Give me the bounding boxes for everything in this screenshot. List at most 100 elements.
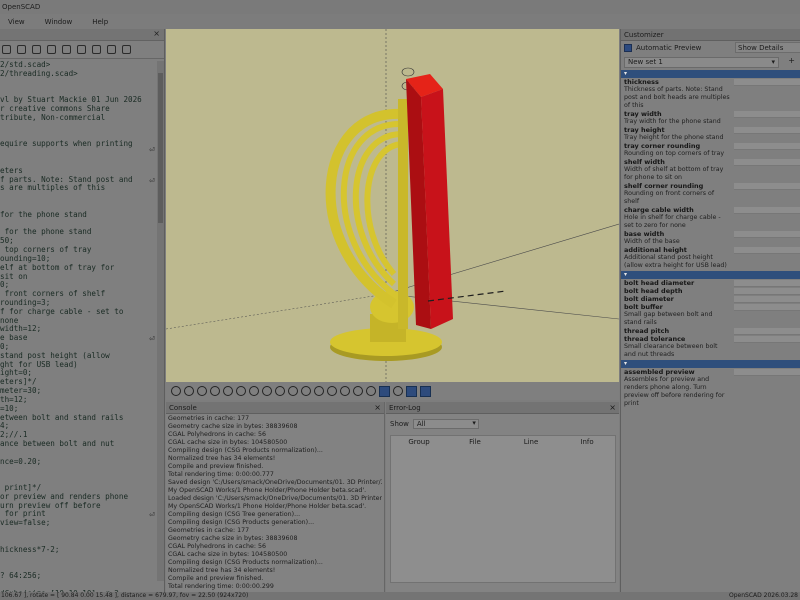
menu-help[interactable]: Help bbox=[92, 18, 108, 26]
customizer-header: Customizer bbox=[621, 29, 800, 41]
column-info[interactable]: Info bbox=[559, 436, 615, 448]
param-name: tray height bbox=[621, 126, 800, 134]
param-input[interactable] bbox=[734, 231, 800, 238]
code-line: e base bbox=[0, 333, 28, 343]
view-right-icon[interactable] bbox=[249, 386, 259, 396]
close-icon[interactable]: × bbox=[374, 402, 381, 414]
show-details-select[interactable]: Show Details bbox=[735, 42, 800, 53]
preview-icon[interactable] bbox=[62, 45, 71, 54]
param-input[interactable] bbox=[734, 183, 800, 190]
console-line: My OpenSCAD Works/1 Phone Holder/Phone H… bbox=[168, 487, 367, 494]
render-icon[interactable] bbox=[184, 386, 194, 396]
param-input[interactable] bbox=[734, 288, 800, 295]
console-line: CGAL cache size in bytes: 104580500 bbox=[168, 551, 288, 558]
param-input[interactable] bbox=[734, 369, 800, 376]
menu-window[interactable]: Window bbox=[45, 18, 73, 26]
send-to-print-icon[interactable] bbox=[122, 45, 131, 54]
menu-view[interactable]: View bbox=[8, 18, 25, 26]
view-top-icon[interactable] bbox=[262, 386, 272, 396]
code-line: ance between bolt and nut bbox=[0, 438, 115, 448]
code-editor[interactable]: 2/std.scad> 2/threading.scad> vl by Stuart… bbox=[0, 61, 158, 592]
view-bottom-icon[interactable] bbox=[275, 386, 285, 396]
close-icon[interactable]: × bbox=[153, 29, 160, 38]
show-scale-icon[interactable] bbox=[393, 386, 403, 396]
view-center-icon[interactable] bbox=[340, 386, 350, 396]
section-header[interactable]: ▾ bbox=[621, 271, 800, 279]
param-description: Additional stand post height (allow extr… bbox=[624, 254, 727, 269]
wrap-icon: ⏎ bbox=[149, 335, 155, 343]
show-crosshairs-icon[interactable] bbox=[420, 385, 431, 397]
editor-scroll-thumb[interactable] bbox=[158, 73, 163, 223]
column-line[interactable]: Line bbox=[503, 436, 559, 448]
param-input[interactable] bbox=[734, 79, 800, 86]
console-output[interactable]: Geometries in cache: 177 Geometry cache s… bbox=[166, 414, 384, 592]
model-render bbox=[166, 29, 619, 382]
column-file[interactable]: File bbox=[447, 436, 503, 448]
export-3mf-icon[interactable] bbox=[107, 45, 116, 54]
error-log-title: Error-Log bbox=[389, 404, 421, 412]
view-back-icon[interactable] bbox=[314, 386, 324, 396]
view-diagonal-icon[interactable] bbox=[327, 386, 337, 396]
console-panel: Console × Geometries in cache: 177 Geometr… bbox=[166, 402, 385, 592]
console-line: CGAL cache size in bytes: 104580500 bbox=[168, 439, 288, 446]
indent-icon[interactable] bbox=[47, 45, 56, 54]
view-all-icon[interactable] bbox=[197, 386, 207, 396]
undo-icon[interactable] bbox=[17, 45, 26, 54]
param-input[interactable] bbox=[734, 336, 800, 343]
param-input[interactable] bbox=[734, 207, 800, 214]
param-input[interactable] bbox=[734, 304, 800, 311]
preview-icon[interactable] bbox=[171, 386, 181, 396]
zoom-in-icon[interactable] bbox=[210, 386, 220, 396]
auto-preview-checkbox[interactable] bbox=[624, 44, 632, 52]
section-header[interactable]: ▾ bbox=[621, 360, 800, 368]
preset-select[interactable]: New set 1 bbox=[624, 56, 779, 68]
console-line: Compiling design (CSG Tree generation)..… bbox=[168, 511, 301, 518]
view-left-icon[interactable] bbox=[288, 386, 298, 396]
error-table-header: Group File Line Info bbox=[391, 436, 615, 448]
param-input[interactable] bbox=[734, 111, 800, 118]
column-group[interactable]: Group bbox=[391, 436, 447, 448]
perspective-icon[interactable] bbox=[353, 386, 363, 396]
close-icon[interactable]: × bbox=[609, 402, 616, 414]
param-label: assembled preview bbox=[624, 368, 695, 376]
redo-icon[interactable] bbox=[32, 45, 41, 54]
auto-preview-row: Automatic Preview Show Details bbox=[621, 41, 800, 55]
param-input[interactable] bbox=[734, 159, 800, 166]
menu-icon[interactable] bbox=[2, 45, 11, 54]
orthogonal-icon[interactable] bbox=[366, 386, 376, 396]
render-icon[interactable] bbox=[77, 45, 86, 54]
show-axes-icon[interactable] bbox=[379, 385, 390, 397]
show-filter-select[interactable]: All bbox=[412, 419, 479, 429]
console-line: Geometries in cache: 177 bbox=[168, 415, 250, 422]
code-line: nce=0.20; bbox=[0, 456, 42, 466]
param-label: tray corner rounding bbox=[624, 142, 701, 150]
error-table[interactable]: Group File Line Info bbox=[390, 435, 616, 583]
param-input[interactable] bbox=[734, 127, 800, 134]
console-line: Total rendering time: 0:00:00.777 bbox=[168, 471, 274, 478]
zoom-out-icon[interactable] bbox=[223, 386, 233, 396]
section-header[interactable]: ▾ bbox=[621, 70, 800, 78]
param-label: shelf width bbox=[624, 158, 665, 166]
3d-viewport[interactable] bbox=[166, 29, 619, 382]
editor-panel: × 2/std.scad> 2/threading.scad> vl by Stua… bbox=[0, 29, 165, 592]
param-input[interactable] bbox=[734, 280, 800, 287]
reset-view-icon[interactable] bbox=[236, 386, 246, 396]
param-description: Small clearance between bolt and nut thr… bbox=[624, 343, 718, 358]
view-front-icon[interactable] bbox=[301, 386, 311, 396]
error-filter-row: Show All bbox=[386, 414, 619, 434]
console-line: Compiling design (CSG Products normaliza… bbox=[168, 559, 323, 566]
status-bar: 106.67 ], rotate = [ 90.84 0.00 15.48 ],… bbox=[0, 592, 800, 600]
show-edges-icon[interactable] bbox=[406, 385, 417, 397]
add-preset-button[interactable]: + bbox=[788, 56, 795, 65]
param-input[interactable] bbox=[734, 143, 800, 150]
wrap-icon: ⏎ bbox=[149, 511, 155, 519]
param-input[interactable] bbox=[734, 328, 800, 335]
export-stl-icon[interactable] bbox=[92, 45, 101, 54]
param-input[interactable] bbox=[734, 247, 800, 254]
param-input[interactable] bbox=[734, 296, 800, 303]
